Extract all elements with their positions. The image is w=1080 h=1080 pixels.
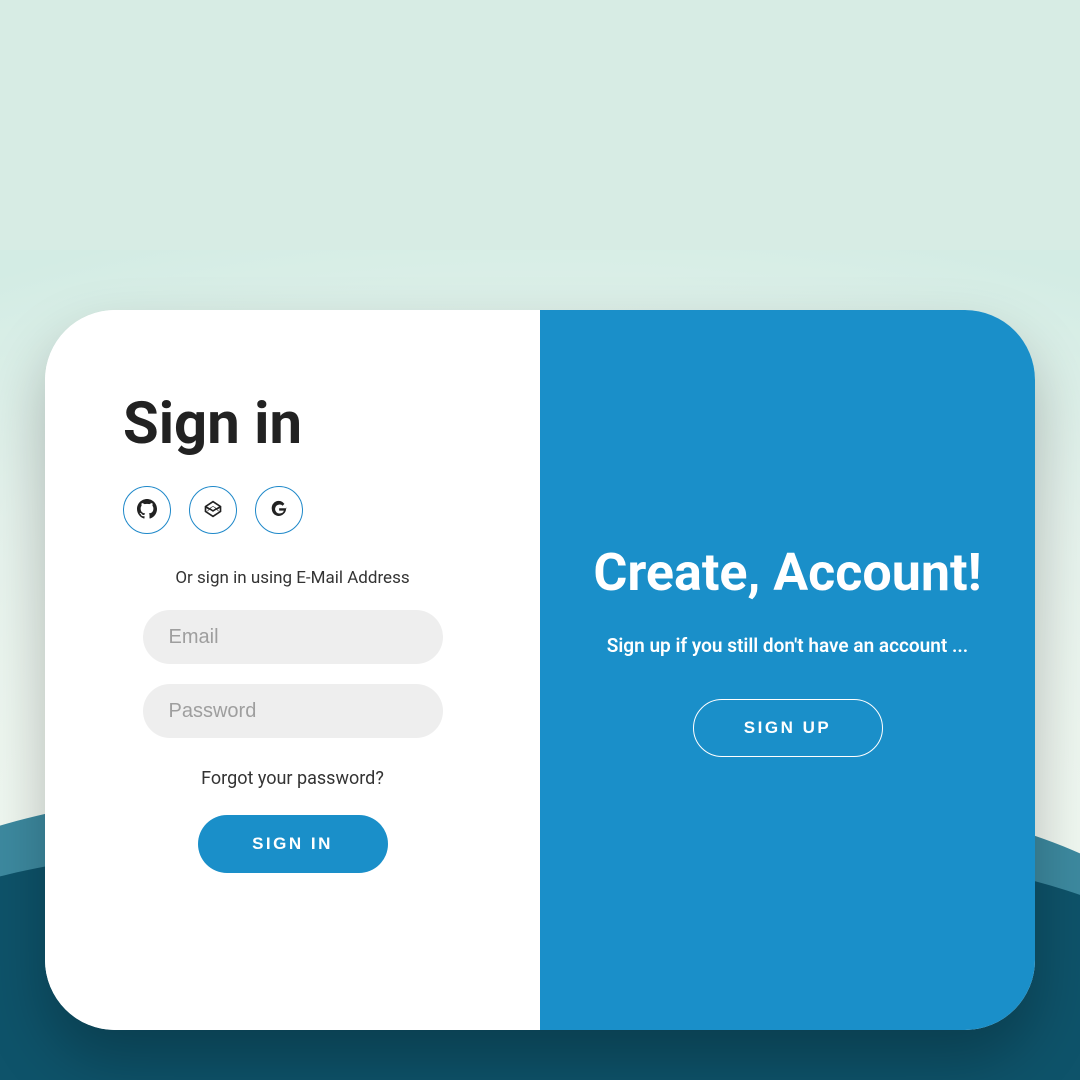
google-login-button[interactable] xyxy=(255,486,303,534)
password-field[interactable] xyxy=(143,684,443,738)
signup-subtitle: Sign up if you still don't have an accou… xyxy=(607,634,968,657)
auth-card: Sign in Or sign in xyxy=(45,310,1035,1030)
signup-button[interactable]: SIGN UP xyxy=(693,699,883,757)
github-login-button[interactable] xyxy=(123,486,171,534)
signin-button[interactable]: SIGN IN xyxy=(198,815,388,873)
codepen-login-button[interactable] xyxy=(189,486,237,534)
email-field[interactable] xyxy=(143,610,443,664)
signup-panel: Create, Account! Sign up if you still do… xyxy=(540,310,1035,1030)
signup-title: Create, Account! xyxy=(593,543,981,603)
signin-title: Sign in xyxy=(123,390,302,458)
github-icon xyxy=(137,499,157,522)
page-background: Sign in Or sign in xyxy=(0,0,1080,1080)
codepen-icon xyxy=(203,499,223,522)
signin-or-text: Or sign in using E-Mail Address xyxy=(175,568,409,588)
google-icon xyxy=(269,499,289,522)
social-login-row xyxy=(123,486,303,534)
forgot-password-link[interactable]: Forgot your password? xyxy=(201,768,384,789)
signin-panel: Sign in Or sign in xyxy=(45,310,540,1030)
